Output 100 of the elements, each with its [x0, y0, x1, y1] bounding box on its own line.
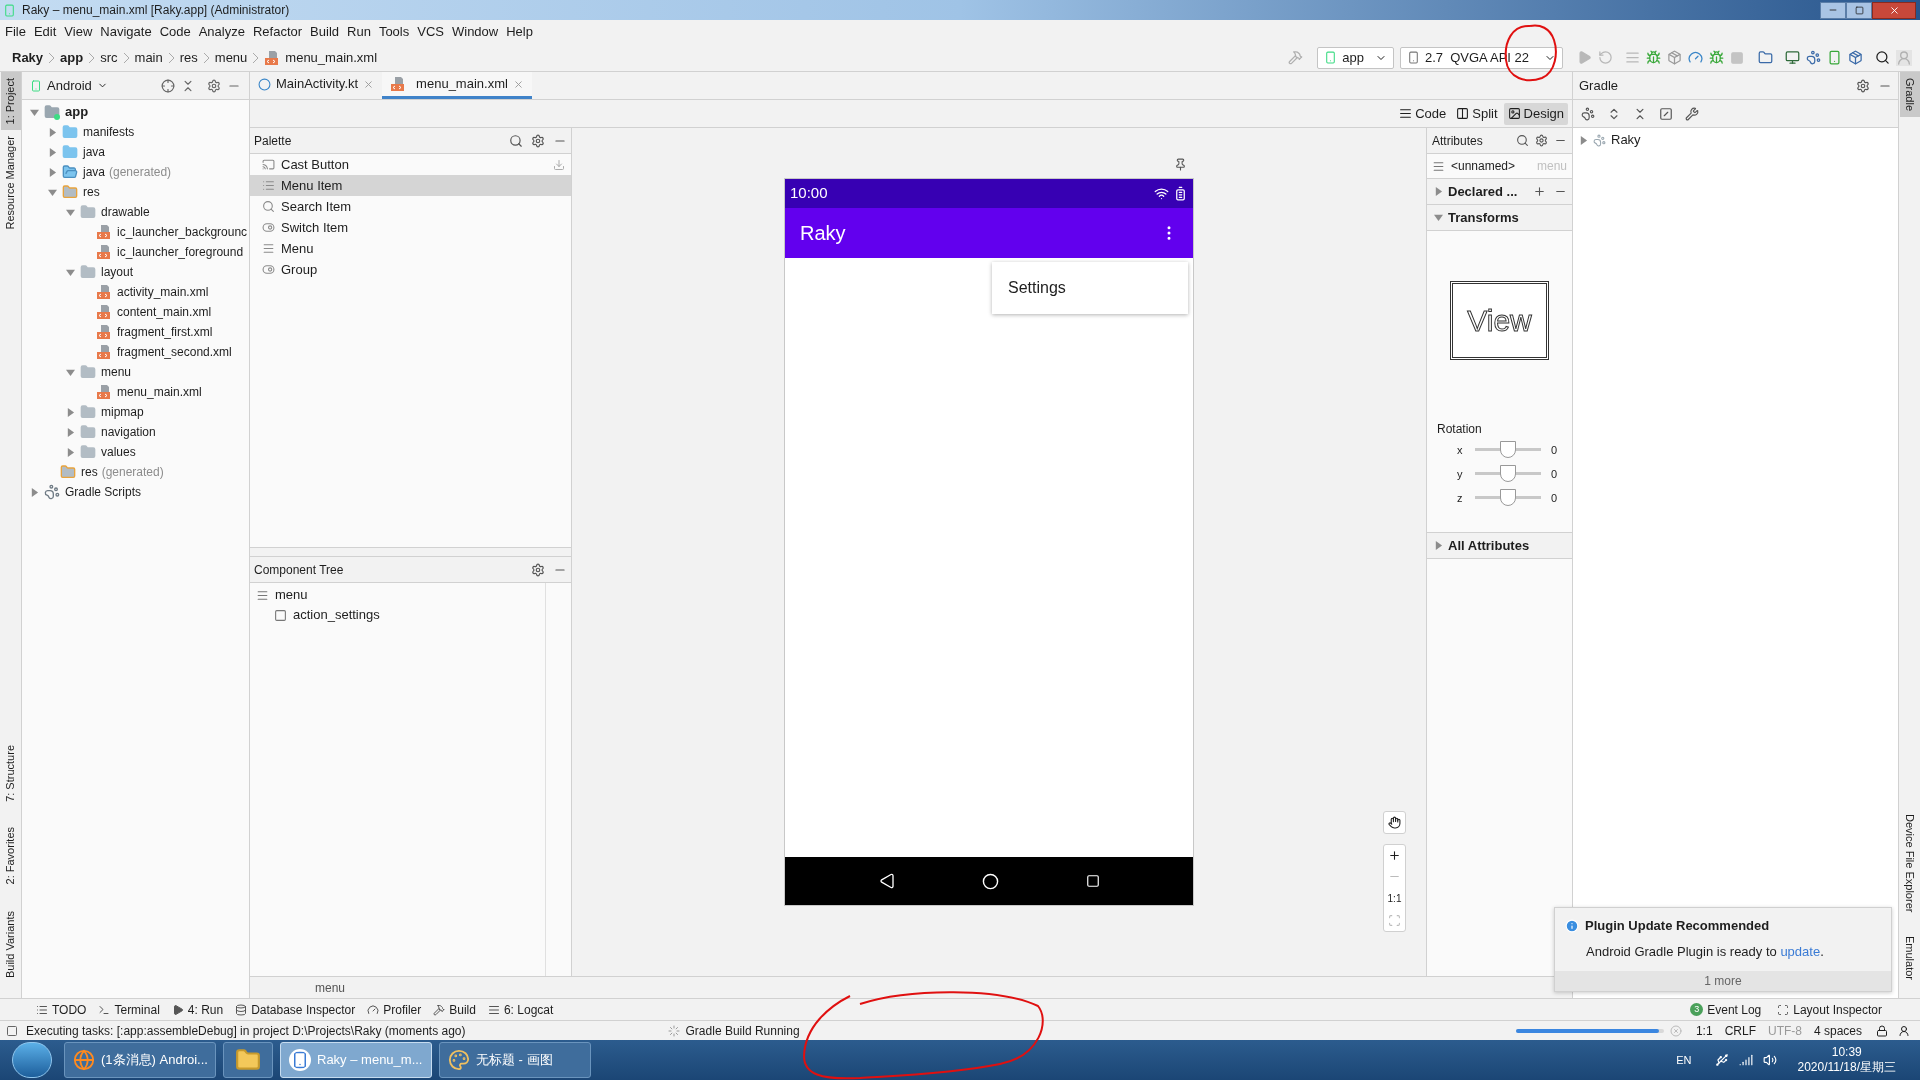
collapsed-arrow-icon[interactable]	[1434, 541, 1443, 550]
line-ending[interactable]: CRLF	[1724, 1021, 1756, 1040]
breadcrumb[interactable]: src	[100, 47, 118, 68]
view-mode-button[interactable]: Split	[1452, 102, 1502, 125]
folder-icon[interactable]	[1758, 50, 1773, 65]
run-configuration-dropdown[interactable]: app	[1317, 46, 1394, 69]
rotation-slider[interactable]	[1475, 441, 1541, 459]
menubar-entry[interactable]: Refactor	[248, 22, 307, 42]
palette-item[interactable]: Cast Button	[250, 154, 571, 175]
menubar-entry[interactable]: Build	[306, 22, 343, 42]
tool-window-tab[interactable]: 1: Project	[0, 72, 21, 131]
pan-button[interactable]	[1383, 811, 1406, 834]
gauge-icon[interactable]	[1688, 50, 1703, 65]
tool-window-button[interactable]: Layout Inspector	[1769, 1000, 1890, 1019]
indent-setting[interactable]: 4 spaces	[1813, 1021, 1862, 1040]
menubar-entry[interactable]: View	[60, 22, 97, 42]
menubar-entry[interactable]: VCS	[413, 22, 448, 42]
monitor-icon[interactable]	[1785, 50, 1800, 65]
tool-window-button[interactable]: Database Inspector	[229, 1000, 362, 1019]
crosshair-icon[interactable]	[161, 78, 175, 93]
breadcrumb[interactable]: main	[134, 47, 163, 68]
tree-item[interactable]: java	[83, 143, 105, 161]
collapsed-arrow-icon[interactable]	[48, 127, 57, 137]
hammer-icon[interactable]	[1288, 50, 1304, 65]
menubar-entry[interactable]: Help	[502, 22, 537, 42]
play-icon[interactable]	[1577, 50, 1592, 65]
tree-item[interactable]: manifests	[83, 123, 135, 141]
tool-window-tab[interactable]: Emulator	[1899, 929, 1920, 986]
settings-icon[interactable]	[1856, 78, 1870, 93]
tree-item[interactable]: menu	[101, 363, 132, 381]
tree-item[interactable]: fragment_first.xml	[117, 323, 213, 341]
menubar-entry[interactable]: Run	[343, 22, 375, 42]
lock-icon[interactable]	[1876, 1024, 1888, 1037]
menubar-entry[interactable]: Tools	[374, 22, 414, 42]
user-icon[interactable]	[1898, 1024, 1910, 1037]
volume-icon[interactable]	[1763, 1053, 1778, 1067]
settings-icon[interactable]	[207, 78, 221, 93]
tree-item[interactable]: java	[83, 163, 105, 181]
tree-item[interactable]: drawable	[101, 203, 150, 221]
breadcrumb[interactable]: Raky	[12, 47, 44, 68]
wrench-icon[interactable]	[1685, 106, 1699, 121]
tool-window-button[interactable]: 3 Event Log	[1682, 1000, 1770, 1019]
tool-window-button[interactable]: Profiler	[361, 1000, 428, 1019]
view-mode-button[interactable]: Design	[1503, 102, 1568, 125]
usb-icon[interactable]	[1715, 1053, 1730, 1067]
square-icon[interactable]	[6, 1024, 18, 1037]
collapsed-arrow-icon[interactable]	[66, 427, 75, 437]
tool-window-button[interactable]: TODO	[30, 1000, 93, 1019]
download-icon[interactable]	[553, 158, 565, 171]
tree-item[interactable]: layout	[101, 263, 134, 281]
tree-item[interactable]: content_main.xml	[117, 303, 212, 321]
popup-menu-item[interactable]: Settings	[992, 276, 1188, 300]
editor-tab[interactable]: menu_main.xml	[382, 72, 532, 99]
collapsed-arrow-icon[interactable]	[1579, 135, 1588, 145]
palette-item[interactable]: Switch Item	[250, 217, 571, 238]
tool-window-button[interactable]: 6: Logcat	[481, 1000, 560, 1019]
collapse-icon[interactable]	[181, 78, 195, 93]
tree-item[interactable]: Raky	[1611, 130, 1641, 150]
breadcrumb[interactable]: app	[60, 47, 84, 68]
view-mode-button[interactable]: Code	[1395, 102, 1451, 125]
project-view-dropdown[interactable]: Android	[30, 75, 108, 96]
menubar-entry[interactable]: Window	[447, 22, 503, 42]
slider-thumb[interactable]	[1500, 489, 1516, 506]
cancel-icon[interactable]	[1669, 1024, 1682, 1037]
expanded-arrow-icon[interactable]	[66, 367, 75, 377]
collapsed-arrow-icon[interactable]	[48, 167, 57, 177]
caret-position[interactable]: 1:1	[1695, 1021, 1713, 1040]
add-icon[interactable]	[1533, 185, 1546, 198]
tool-window-tab[interactable]: Device File Explorer	[1899, 807, 1920, 918]
network-icon[interactable]	[1739, 1053, 1754, 1067]
tree-item[interactable]: values	[101, 443, 136, 461]
expanded-arrow-icon[interactable]	[30, 107, 39, 117]
slider-thumb[interactable]	[1500, 465, 1516, 482]
tool-window-tab[interactable]: Gradle	[1899, 72, 1920, 118]
lines-icon[interactable]	[1625, 50, 1640, 65]
paw-icon[interactable]	[1581, 106, 1595, 121]
tree-item[interactable]: menu	[275, 585, 308, 605]
taskbar-button[interactable]: 无标题 - 画图	[439, 1042, 591, 1078]
palette-item[interactable]: Menu Item	[250, 175, 571, 196]
taskbar-button[interactable]: (1条消息) Androi...	[64, 1042, 216, 1078]
minimize-button[interactable]	[1820, 1, 1846, 19]
fit-screen-icon[interactable]	[1388, 914, 1401, 927]
collapsed-arrow-icon[interactable]	[30, 487, 39, 497]
tool-window-tab[interactable]: Build Variants	[0, 904, 21, 984]
menubar-entry[interactable]: File	[0, 22, 30, 42]
box-icon[interactable]	[1667, 50, 1682, 65]
collapse-all-icon[interactable]	[1633, 106, 1647, 121]
tree-item[interactable]: navigation	[101, 423, 156, 441]
tool-window-tab[interactable]: 2: Favorites	[0, 821, 21, 891]
menubar-entry[interactable]: Navigate	[96, 22, 156, 42]
zoom-reset-label[interactable]: 1:1	[1387, 891, 1402, 906]
close-button[interactable]	[1872, 1, 1916, 19]
tool-window-tab[interactable]: 7: Structure	[0, 738, 21, 808]
editor-tab[interactable]: MainActivity.kt	[250, 72, 383, 99]
menubar-entry[interactable]: Analyze	[194, 22, 249, 42]
tree-item[interactable]: res	[83, 183, 100, 201]
more-notifications[interactable]: 1 more	[1555, 971, 1891, 991]
back-icon[interactable]	[878, 873, 895, 889]
tree-item[interactable]: Gradle Scripts	[65, 483, 142, 501]
slider-thumb[interactable]	[1500, 441, 1516, 458]
